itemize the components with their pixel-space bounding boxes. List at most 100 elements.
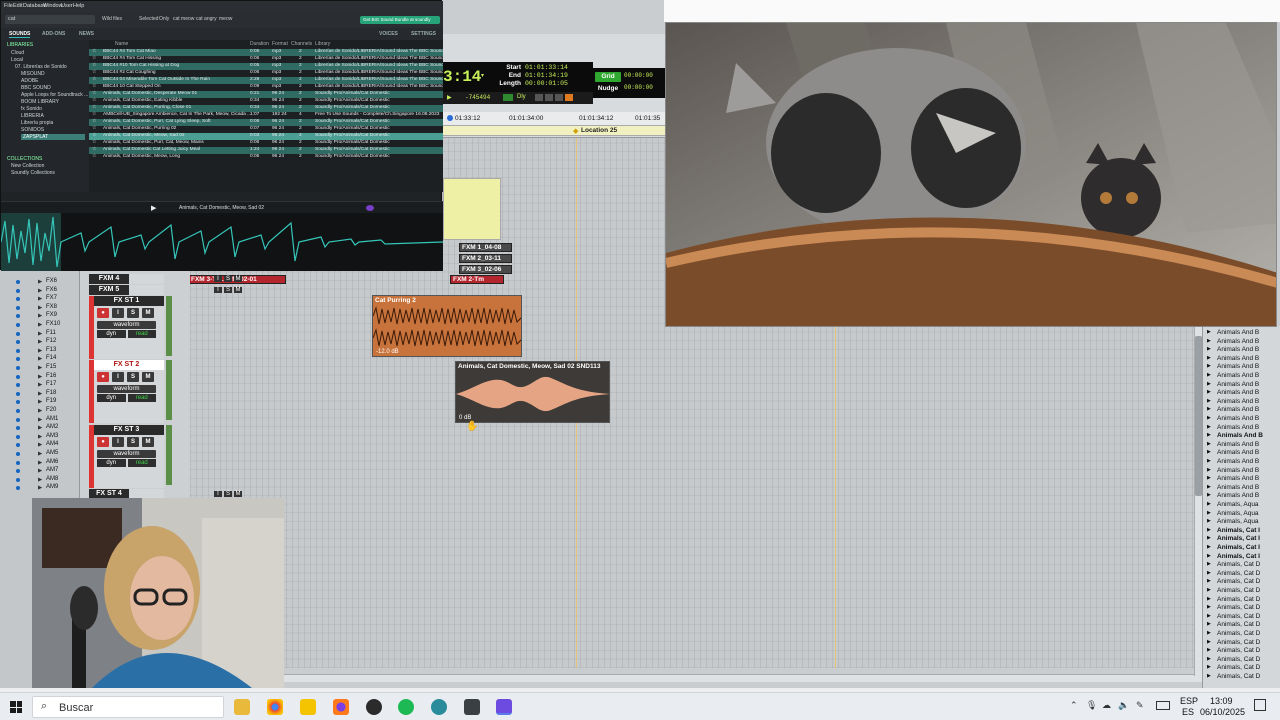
favorite-icon[interactable]: ☆ <box>92 84 96 89</box>
clip-list-item[interactable]: ▶ Animals, Cat D <box>1203 578 1280 587</box>
microphone-icon[interactable]: 🎙 <box>1086 700 1097 711</box>
track-row[interactable]: ▶ AM8 <box>0 476 80 485</box>
expand-icon[interactable]: ▶ <box>1207 406 1211 412</box>
record-button[interactable]: ● <box>97 308 109 318</box>
expand-icon[interactable]: ▶ <box>38 374 42 380</box>
clip-list-item[interactable]: ▶ Animals And B <box>1203 338 1280 347</box>
grid-value[interactable]: 00:00:00 <box>624 72 653 79</box>
mute-button[interactable]: M <box>142 308 154 318</box>
expand-icon[interactable]: ▶ <box>1207 578 1211 584</box>
favorite-icon[interactable]: ☆ <box>92 98 96 103</box>
expand-icon[interactable]: ▶ <box>38 477 42 483</box>
track-row[interactable]: ▶ F13 <box>0 347 80 356</box>
favorite-icon[interactable]: ☆ <box>92 91 96 96</box>
promo-banner[interactable]: Get BIG Sound Bundle at soundly <box>360 16 440 24</box>
clip-fxm-3[interactable]: FXM 3_02-06 <box>459 265 512 274</box>
speaker-icon[interactable]: 🔈 <box>1118 700 1129 711</box>
menu-file[interactable]: File <box>4 3 13 9</box>
expand-icon[interactable]: ▶ <box>38 356 42 362</box>
tab-addons[interactable]: ADD-ONS <box>42 31 65 37</box>
clip-list-item[interactable]: ▶ Animals And B <box>1203 329 1280 338</box>
view-selector[interactable]: waveform <box>97 385 156 393</box>
clip-list-item[interactable]: ▶ Animals And B <box>1203 475 1280 484</box>
filter-tag[interactable]: Selected <box>139 16 158 22</box>
track-row[interactable]: ▶ AM4 <box>0 441 80 450</box>
expand-icon[interactable]: ▶ <box>1207 639 1211 645</box>
marker-ruler[interactable]: ◆ Location 25 <box>443 126 665 136</box>
sidebar-item[interactable]: BOOM LIBRARY <box>21 99 59 105</box>
input-button[interactable]: I <box>112 372 124 382</box>
strip-name[interactable]: FX ST 3 <box>89 425 164 435</box>
track-row[interactable]: ▶ AM2 <box>0 424 80 433</box>
expand-icon[interactable]: ▶ <box>38 434 42 440</box>
taskbar-search[interactable]: ⌕ Buscar <box>32 696 224 718</box>
filter-tag[interactable]: cat angry <box>196 16 217 22</box>
sidebar-item[interactable]: fx Sonido <box>21 106 42 112</box>
play-icon[interactable]: ▶ <box>151 204 156 212</box>
sticky-notes-icon[interactable] <box>300 699 316 715</box>
expand-icon[interactable]: ▶ <box>1207 449 1211 455</box>
expand-icon[interactable]: ▶ <box>38 425 42 431</box>
expand-icon[interactable]: ▶ <box>1207 673 1211 679</box>
expand-icon[interactable]: ▶ <box>1207 613 1211 619</box>
solo-button[interactable]: S <box>224 287 232 293</box>
start-value[interactable]: 01:01:33:14 <box>525 64 568 72</box>
expand-icon[interactable]: ▶ <box>1207 553 1211 559</box>
clip-list-item[interactable]: ▶ Animals, Cat D <box>1203 561 1280 570</box>
expand-icon[interactable]: ▶ <box>1207 510 1211 516</box>
expand-icon[interactable]: ▶ <box>1207 415 1211 421</box>
toolbar-icon-2[interactable] <box>545 94 553 101</box>
tab-voices[interactable]: VOICES <box>379 31 398 37</box>
expand-icon[interactable]: ▶ <box>1207 475 1211 481</box>
expand-icon[interactable]: ▶ <box>1207 630 1211 636</box>
track-row[interactable]: ▶ AM3 <box>0 433 80 442</box>
input-button[interactable]: I <box>112 437 124 447</box>
clip-list-item[interactable]: ▶ Animals And B <box>1203 432 1280 441</box>
clip-list-item[interactable]: ▶ Animals And B <box>1203 381 1280 390</box>
expand-icon[interactable]: ▶ <box>1207 432 1211 438</box>
automation-mode[interactable]: read <box>127 459 156 467</box>
automation-mode[interactable]: read <box>127 330 156 338</box>
sidebar-item[interactable]: Librería propia <box>21 120 53 126</box>
favorite-icon[interactable]: ☆ <box>92 112 96 117</box>
expand-icon[interactable]: ▶ <box>38 468 42 474</box>
expand-icon[interactable]: ▶ <box>38 305 42 311</box>
clip-cat-meow[interactable]: Animals, Cat Domestic, Meow, Sad 02 SND1… <box>455 361 610 423</box>
strip-fxm5[interactable]: FXM 5 <box>89 285 164 295</box>
expand-icon[interactable]: ▶ <box>38 417 42 423</box>
start-button-icon[interactable] <box>10 701 22 713</box>
clip-list-item[interactable]: ▶ Animals And B <box>1203 424 1280 433</box>
keyboard-icon[interactable] <box>1156 701 1170 710</box>
track-row[interactable]: ▶ AM6 <box>0 459 80 468</box>
horizontal-scrollbar[interactable] <box>190 674 1202 682</box>
view-selector[interactable]: waveform <box>97 450 156 458</box>
clip-cat-purring[interactable]: Cat Purring 2 -12.0 dB <box>372 295 522 357</box>
expand-icon[interactable]: ▶ <box>38 442 42 448</box>
strip-name[interactable]: FX ST 2 <box>89 360 164 370</box>
filter-tag[interactable]: cat meow <box>173 16 194 22</box>
link-icon[interactable] <box>503 94 513 101</box>
tab-news[interactable]: NEWS <box>79 31 94 37</box>
clip-list-item[interactable]: ▶ Animals, Cat D <box>1203 604 1280 613</box>
input-button[interactable]: I <box>112 308 124 318</box>
clip-list-item[interactable]: ▶ Animals And B <box>1203 355 1280 364</box>
favorite-icon[interactable]: ☆ <box>92 105 96 110</box>
expand-icon[interactable]: ▶ <box>1207 587 1211 593</box>
clip-list-item[interactable]: ▶ Animals, Cat D <box>1203 673 1280 682</box>
expand-icon[interactable]: ▶ <box>38 451 42 457</box>
expand-icon[interactable]: ▶ <box>1207 664 1211 670</box>
col-library[interactable]: Library <box>315 41 330 47</box>
dyn-button[interactable]: dyn <box>97 330 126 338</box>
timecode-ruler[interactable]: 01:33:12 01:01:34:00 01:01:34:12 01:01:3… <box>443 112 665 126</box>
clip-list-item[interactable]: ▶ Animals, Cat I <box>1203 527 1280 536</box>
expand-icon[interactable]: ▶ <box>38 279 42 285</box>
clip-list-item[interactable]: ▶ Animals, Cat D <box>1203 656 1280 665</box>
expand-icon[interactable]: ▶ <box>38 348 42 354</box>
expand-icon[interactable]: ▶ <box>38 365 42 371</box>
result-row[interactable]: ☆ BBC44 #2 Cat Coughing 0:06 mp3 2 Librerías … <box>89 70 443 77</box>
col-format[interactable]: Format <box>272 41 288 47</box>
clip-list-item[interactable]: ▶ Animals And B <box>1203 441 1280 450</box>
expand-icon[interactable]: ▶ <box>38 331 42 337</box>
result-row[interactable]: ☆ BBC44 04 Miserable Tom Cat Outside In T… <box>89 77 443 84</box>
clip-list-item[interactable]: ▶ Animals, Cat D <box>1203 630 1280 639</box>
